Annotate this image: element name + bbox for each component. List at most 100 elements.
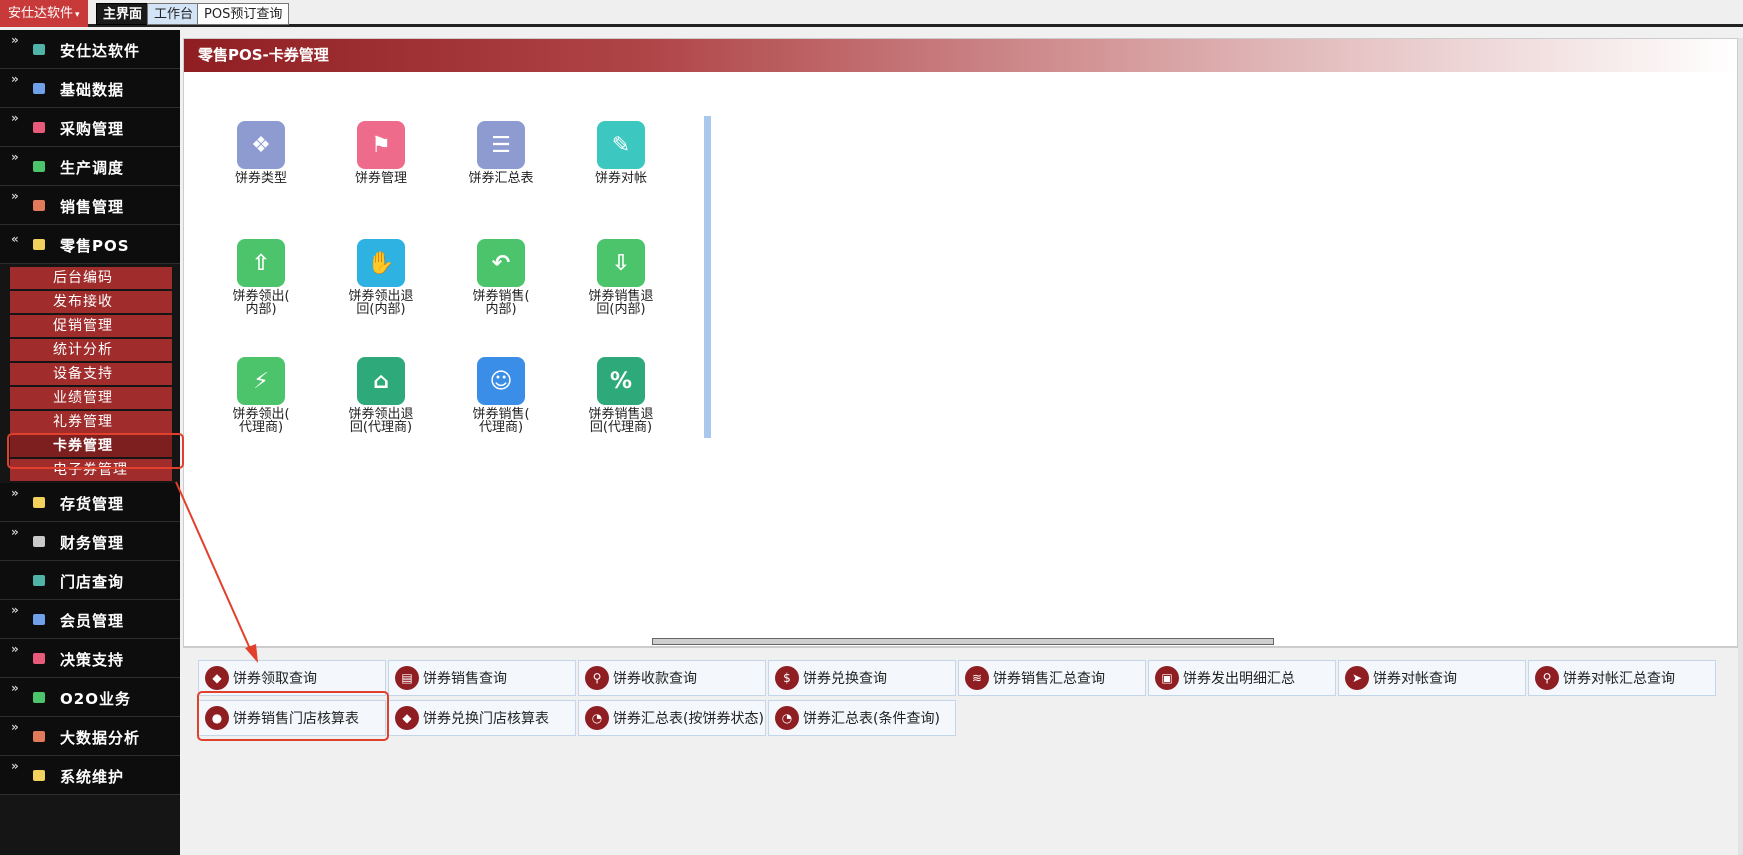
query-button[interactable]: ➤ 饼券对帐查询 [1338, 660, 1526, 696]
sidebar-item-label: 决策支持 [60, 651, 125, 669]
query-icon: ▣ [1155, 666, 1179, 690]
module-icon [33, 536, 45, 547]
tile-label: 代理商) [478, 420, 524, 435]
query-icon: ◆ [395, 706, 419, 730]
voucher-function-tile[interactable]: ✎ 饼券对帐 [571, 121, 671, 185]
query-button[interactable]: ◆ 饼券兑换门店核算表 [388, 700, 576, 736]
tile-glyph-icon: ☰ [491, 132, 511, 158]
tile-icon: ☰ [477, 121, 525, 169]
submenu-item-gift-voucher[interactable]: 礼券管理 [10, 411, 172, 433]
module-icon [33, 83, 45, 94]
query-button[interactable]: ⚲ 饼券对帐汇总查询 [1528, 660, 1716, 696]
voucher-function-tile[interactable]: ↶ 饼券销售(内部) [451, 239, 551, 316]
sidebar-item-system[interactable]: » 系统维护 [0, 756, 180, 795]
query-button[interactable]: ≋ 饼券销售汇总查询 [958, 660, 1146, 696]
sidebar-item-decision[interactable]: » 决策支持 [0, 639, 180, 678]
submenu-item-backend-code[interactable]: 后台编码 [10, 267, 172, 289]
voucher-function-tile[interactable]: ⇧ 饼券领出(内部) [211, 239, 311, 316]
divider [704, 116, 711, 438]
query-button[interactable]: ⚲ 饼券收款查询 [578, 660, 766, 696]
tab-workbench[interactable]: 工作台 [147, 3, 201, 25]
sidebar-item-label: 安仕达软件 [60, 42, 141, 60]
tile-glyph-icon: ✎ [611, 132, 631, 158]
module-icon [33, 692, 45, 703]
sidebar-item-label: 系统维护 [60, 768, 125, 786]
tile-icon: ✋ [357, 239, 405, 287]
tile-glyph-icon: ❖ [251, 132, 271, 158]
query-button[interactable]: ◔ 饼券汇总表(条件查询) [768, 700, 956, 736]
submenu-item-performance[interactable]: 业绩管理 [10, 387, 172, 409]
voucher-function-tile[interactable]: ⚡ 饼券领出(代理商) [211, 357, 311, 434]
tile-label: 内部) [485, 302, 517, 317]
sidebar-item-members[interactable]: » 会员管理 [0, 600, 180, 639]
query-button[interactable]: $ 饼券兑换查询 [768, 660, 956, 696]
panel-splitter[interactable] [652, 638, 1274, 645]
module-icon [33, 239, 45, 250]
voucher-function-tile[interactable]: ⌂ 饼券领出退 回(代理商) [331, 357, 431, 434]
query-label: 饼券领取查询 [233, 671, 317, 687]
query-label: 饼券销售汇总查询 [993, 671, 1105, 687]
tab-main[interactable]: 主界面 [96, 3, 150, 25]
module-icon [33, 200, 45, 211]
tile-glyph-icon: ↶ [491, 250, 511, 276]
voucher-function-tile[interactable]: % 饼券销售退 回(代理商) [571, 357, 671, 434]
top-bar: 安仕达软件 ▾ 主界面 工作台 POS预订查询 [0, 0, 1743, 27]
scrollbar[interactable] [1738, 38, 1743, 855]
expand-icon: » [11, 759, 19, 773]
query-button[interactable]: ▣ 饼券发出明细汇总 [1148, 660, 1336, 696]
page-title: 零售POS-卡券管理 [184, 39, 1737, 72]
tile-glyph-icon: ⌂ [373, 368, 389, 394]
sidebar-item-big-data[interactable]: » 大数据分析 [0, 717, 180, 756]
query-panel: ◆ 饼券领取查询 ▤ 饼券销售查询 ⚲ 饼券收款查询 $ 饼券兑换查询 ≋ 饼券销售汇总查询 ▣ 饼券… [183, 646, 1738, 855]
tile-label: 内部) [245, 302, 277, 317]
voucher-function-tile[interactable]: ⚑ 饼券管理 [331, 121, 431, 185]
tab-pos-booking-query[interactable]: POS预订查询 [197, 3, 290, 25]
query-icon: ◔ [775, 706, 799, 730]
query-icon: ◔ [585, 706, 609, 730]
voucher-function-tile[interactable]: ⇩ 饼券销售退 回(内部) [571, 239, 671, 316]
submenu-item-publish-receive[interactable]: 发布接收 [10, 291, 172, 313]
tile-icon: % [597, 357, 645, 405]
tile-glyph-icon: ⇧ [251, 250, 271, 276]
chevron-down-icon: ▾ [75, 10, 80, 20]
highlight-box [197, 691, 389, 741]
sidebar-item-o2o[interactable]: » O2O业务 [0, 678, 180, 717]
sidebar-item-anshida[interactable]: » 安仕达软件 [0, 30, 180, 69]
sidebar-item-inventory[interactable]: » 存货管理 [0, 483, 180, 522]
query-icon: ≋ [965, 666, 989, 690]
sidebar-item-sales[interactable]: » 销售管理 [0, 186, 180, 225]
sidebar-item-finance[interactable]: » 财务管理 [0, 522, 180, 561]
tile-icon: ✎ [597, 121, 645, 169]
sidebar-item-basic-data[interactable]: » 基础数据 [0, 69, 180, 108]
sidebar-item-label: 存货管理 [60, 495, 125, 513]
expand-icon: » [11, 189, 19, 203]
tile-icon: ❖ [237, 121, 285, 169]
tile-icon: ⇧ [237, 239, 285, 287]
submenu-item-device-support[interactable]: 设备支持 [10, 363, 172, 385]
query-button[interactable]: ◔ 饼券汇总表(按饼券状态) [578, 700, 766, 736]
submenu-item-statistics[interactable]: 统计分析 [10, 339, 172, 361]
query-label: 饼券对帐查询 [1373, 671, 1457, 687]
tile-icon: ⌂ [357, 357, 405, 405]
sidebar-item-production[interactable]: » 生产调度 [0, 147, 180, 186]
module-icon [33, 731, 45, 742]
tile-glyph-icon: ✋ [367, 250, 395, 276]
tile-glyph-icon: ⚑ [371, 132, 391, 158]
voucher-function-tile[interactable]: ❖ 饼券类型 [211, 121, 311, 185]
module-icon [33, 122, 45, 133]
voucher-function-tile[interactable]: ✋ 饼券领出退 回(内部) [331, 239, 431, 316]
voucher-function-tile[interactable]: ☰ 饼券汇总表 [451, 121, 551, 185]
sidebar-item-label: 采购管理 [60, 120, 125, 138]
sidebar-item-retail-pos[interactable]: « 零售POS [0, 225, 180, 264]
tile-label: 回(内部) [356, 302, 406, 317]
query-button[interactable]: ▤ 饼券销售查询 [388, 660, 576, 696]
app-menu-button[interactable]: 安仕达软件 ▾ [0, 0, 88, 27]
sidebar-item-label: 销售管理 [60, 198, 125, 216]
module-icon [33, 770, 45, 781]
voucher-function-tile[interactable]: ☺ 饼券销售(代理商) [451, 357, 551, 434]
sidebar-item-store-query[interactable]: 门店查询 [0, 561, 180, 600]
query-icon: ◆ [205, 666, 229, 690]
query-label: 饼券发出明细汇总 [1183, 671, 1295, 687]
submenu-item-promotion[interactable]: 促销管理 [10, 315, 172, 337]
sidebar-item-purchase[interactable]: » 采购管理 [0, 108, 180, 147]
